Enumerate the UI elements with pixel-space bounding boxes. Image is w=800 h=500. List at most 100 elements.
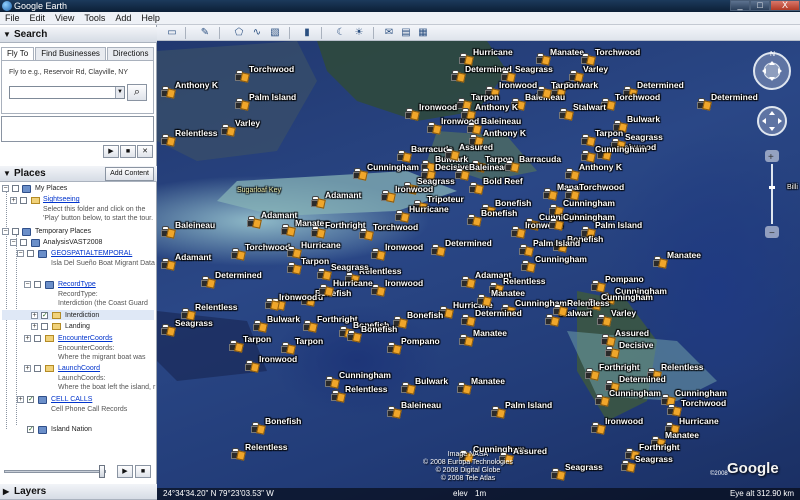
boat-placemark-icon[interactable] (371, 248, 386, 261)
placemark-label[interactable]: Adamant (325, 190, 361, 200)
boat-placemark-icon[interactable] (591, 422, 606, 435)
placemark-label[interactable]: Ironwood (499, 80, 537, 90)
places-panel-header[interactable]: ▼ Places Add Content (0, 166, 157, 182)
menu-help[interactable]: Help (136, 12, 165, 24)
boat-placemark-icon[interactable] (161, 258, 176, 271)
overlay-icon[interactable]: ▧ (269, 27, 281, 39)
placemark-label[interactable]: Assured (513, 446, 547, 456)
boat-placemark-icon[interactable] (551, 468, 566, 481)
menu-add[interactable]: Add (110, 12, 136, 24)
placemark-label[interactable]: Forthright (639, 442, 680, 452)
placemark-label[interactable]: Bonefish (495, 198, 531, 208)
boat-placemark-icon[interactable] (395, 210, 410, 223)
placemark-label[interactable]: Tripoteur (427, 194, 464, 204)
placemark-label[interactable]: Baleineau (481, 116, 521, 126)
sightseeing-checkbox[interactable] (20, 197, 27, 204)
placemark-label[interactable]: Seagrass (331, 262, 369, 272)
tree-my-places[interactable]: My Places (35, 184, 67, 194)
tab-find-businesses[interactable]: Find Businesses (35, 47, 106, 61)
boat-placemark-icon[interactable] (311, 226, 326, 239)
add-content-button[interactable]: Add Content (105, 167, 154, 181)
placemark-label[interactable]: Anthony K (175, 80, 218, 90)
boat-placemark-icon[interactable] (445, 148, 460, 161)
placemark-label[interactable]: Bulwark (415, 376, 448, 386)
placemark-label[interactable]: Seagrass (515, 64, 553, 74)
tree-launchcoord[interactable]: LaunchCoord (58, 364, 100, 374)
placemark-label[interactable]: Relentless (345, 384, 388, 394)
placemark-label[interactable]: Palm Island (249, 92, 296, 102)
tree-cell-calls[interactable]: CELL CALLS (51, 395, 92, 405)
placemark-label[interactable]: Determined (619, 374, 666, 384)
placemark-label[interactable]: Cunningham (535, 254, 587, 264)
boat-placemark-icon[interactable] (401, 382, 416, 395)
boat-placemark-icon[interactable] (353, 168, 368, 181)
cell-calls-checkbox[interactable]: ✓ (27, 396, 34, 403)
placemark-label[interactable]: Hurricane (301, 240, 341, 250)
placemark-label[interactable]: Anthony K (483, 128, 526, 138)
placemark-label[interactable]: Ironwood (385, 278, 423, 288)
placemark-label[interactable]: Manatee (665, 430, 699, 440)
search-panel-header[interactable]: ▼ Search (0, 27, 157, 43)
boat-placemark-icon[interactable] (505, 160, 520, 173)
tree-recordtype[interactable]: RecordType (58, 280, 96, 290)
tab-directions[interactable]: Directions (106, 47, 155, 61)
placemark-label[interactable]: Bonefish (265, 416, 301, 426)
boat-placemark-icon[interactable] (543, 188, 558, 201)
tree-analysis[interactable]: AnalysisVAST2008 (43, 238, 102, 248)
boat-placemark-icon[interactable] (451, 70, 466, 83)
placemark-label[interactable]: Palm Island (595, 220, 642, 230)
placemark-label[interactable]: Tarpon (471, 92, 499, 102)
placemark-label[interactable]: Relentless (567, 298, 610, 308)
expand-toggle[interactable]: − (24, 281, 31, 288)
sky-icon[interactable]: ☾ (335, 27, 347, 39)
placemark-label[interactable]: Torchwood (373, 222, 418, 232)
placemark-label[interactable]: Assured (615, 328, 649, 338)
placemark-label[interactable]: Adamant (175, 252, 211, 262)
expand-toggle[interactable]: − (2, 228, 9, 235)
placemark-label[interactable]: Cunningham (609, 388, 661, 398)
placemark-label[interactable]: Tarpon (551, 80, 579, 90)
maps-icon[interactable]: ▦ (417, 27, 429, 39)
placemark-label[interactable]: Ironwood (279, 292, 317, 302)
tree-geospatial[interactable]: GEOSPATIALTEMPORAL (51, 249, 132, 259)
boat-placemark-icon[interactable] (231, 448, 246, 461)
boat-placemark-icon[interactable] (511, 226, 526, 239)
placemark-label[interactable]: Manatee (667, 250, 701, 260)
boat-placemark-icon[interactable] (287, 246, 302, 259)
menu-view[interactable]: View (50, 12, 79, 24)
boat-placemark-icon[interactable] (347, 330, 362, 343)
interdiction-checkbox[interactable]: ✓ (41, 312, 48, 319)
placemark-label[interactable]: Determined (475, 308, 522, 318)
placemark-label[interactable]: Barracuda (519, 154, 561, 164)
boat-placemark-icon[interactable] (387, 342, 402, 355)
boat-placemark-icon[interactable] (653, 256, 668, 269)
minimize-button[interactable]: _ (730, 0, 750, 11)
placemark-label[interactable]: Cunningham (595, 144, 647, 154)
sun-icon[interactable]: ☀ (353, 27, 365, 39)
menu-file[interactable]: File (0, 12, 25, 24)
placemark-label[interactable]: Baleineau (175, 220, 215, 230)
boat-placemark-icon[interactable] (519, 244, 534, 257)
placemark-label[interactable]: Relentless (195, 302, 238, 312)
temporary-places-checkbox[interactable] (12, 228, 19, 235)
boat-placemark-icon[interactable] (381, 190, 396, 203)
placemark-label[interactable]: Cunningham (675, 388, 727, 398)
boat-placemark-icon[interactable] (281, 342, 296, 355)
dropdown-arrow-icon[interactable]: ▼ (115, 87, 124, 98)
my-places-checkbox[interactable] (12, 185, 19, 192)
expand-toggle[interactable]: − (10, 239, 17, 246)
tree-temporary-places[interactable]: Temporary Places (35, 227, 91, 237)
placemark-label[interactable]: Ironwood (259, 354, 297, 364)
boat-placemark-icon[interactable] (601, 334, 616, 347)
boat-placemark-icon[interactable] (431, 244, 446, 257)
encounter-checkbox[interactable] (34, 335, 41, 342)
placemark-label[interactable]: Hurricane (473, 47, 513, 57)
placemark-label[interactable]: Torchwood (245, 242, 290, 252)
placemark-label[interactable]: Ironwood (605, 416, 643, 426)
boat-placemark-icon[interactable] (221, 124, 236, 137)
boat-placemark-icon[interactable] (461, 276, 476, 289)
placemark-label[interactable]: Forthright (599, 362, 640, 372)
boat-placemark-icon[interactable] (597, 314, 612, 327)
boat-placemark-icon[interactable] (161, 86, 176, 99)
boat-placemark-icon[interactable] (467, 214, 482, 227)
